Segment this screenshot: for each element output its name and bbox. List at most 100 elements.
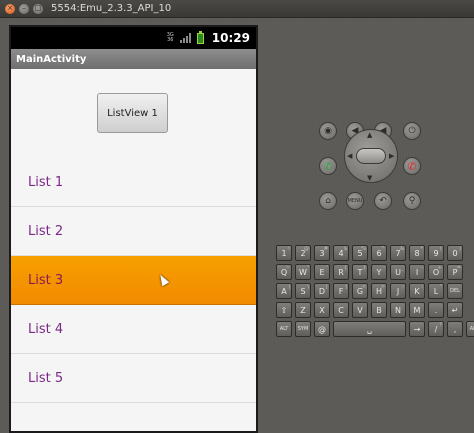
key[interactable]: X — [314, 302, 330, 318]
home-icon[interactable]: ⌂ — [319, 192, 337, 210]
key[interactable]: C — [333, 302, 349, 318]
key[interactable]: K: — [409, 283, 425, 299]
key-label: B — [376, 305, 382, 315]
key[interactable]: P = — [447, 264, 463, 280]
key[interactable]: D[ — [314, 283, 330, 299]
key[interactable]: 7 & — [390, 245, 406, 261]
key-alt-label: @ — [304, 246, 309, 252]
key[interactable]: F] — [333, 283, 349, 299]
key-alt-label: ' — [326, 265, 328, 271]
close-window-button[interactable]: × — [5, 3, 15, 14]
key-label: / — [434, 324, 438, 334]
key-label: 4 — [338, 248, 344, 258]
key[interactable]: S \ — [295, 283, 311, 299]
key[interactable]: H > — [371, 283, 387, 299]
key[interactable]: ALT — [276, 321, 292, 337]
key-label: A — [281, 286, 287, 296]
list-item-label: List 5 — [28, 370, 64, 386]
dpad-down-icon[interactable]: ▼ — [367, 174, 372, 182]
key[interactable]: Q ~ — [276, 264, 292, 280]
back-icon[interactable]: ↶ — [374, 192, 392, 210]
key[interactable]: L " — [428, 283, 444, 299]
key[interactable]: 9( — [428, 245, 444, 261]
key[interactable]: ␣ — [333, 321, 406, 337]
listview-button[interactable]: ListView 1 — [97, 93, 168, 133]
page-title: MainActivity — [16, 53, 87, 65]
list-item[interactable]: List 1 — [11, 158, 256, 207]
key[interactable]: . — [428, 302, 444, 318]
key[interactable]: 3 # — [314, 245, 330, 261]
key-label: → — [413, 324, 421, 334]
key[interactable]: Z — [295, 302, 311, 318]
key[interactable]: 5% — [352, 245, 368, 261]
key[interactable]: R{ — [333, 264, 349, 280]
key[interactable]: A | — [276, 283, 292, 299]
key[interactable]: ↵ — [447, 302, 463, 318]
key-alt-label: : — [421, 284, 423, 290]
key[interactable]: 0) — [447, 245, 463, 261]
key[interactable]: O + — [428, 264, 444, 280]
key[interactable]: Y- — [371, 264, 387, 280]
dpad-center-button[interactable] — [356, 148, 386, 164]
key[interactable]: W " — [295, 264, 311, 280]
key[interactable]: @ — [314, 321, 330, 337]
key[interactable]: DEL — [447, 283, 463, 299]
list-item[interactable]: List 2 — [11, 207, 256, 256]
battery-icon — [196, 30, 204, 44]
signal-icon — [179, 33, 191, 43]
key[interactable]: M — [409, 302, 425, 318]
key-alt-label: < — [361, 284, 366, 290]
network-type-icon: 3G 36 — [166, 32, 174, 43]
power-icon[interactable]: ⏻ — [403, 122, 421, 140]
key[interactable]: E ' — [314, 264, 330, 280]
key[interactable]: , — [447, 321, 463, 337]
key[interactable]: ⇧ — [276, 302, 292, 318]
key[interactable]: N — [390, 302, 406, 318]
key[interactable]: SYM — [295, 321, 311, 337]
key-label: N — [395, 305, 401, 315]
maximize-window-button[interactable]: □ — [33, 3, 43, 14]
key[interactable]: 8 * — [409, 245, 425, 261]
key[interactable]: /? — [428, 321, 444, 337]
key[interactable]: 4 $ — [333, 245, 349, 261]
key-label: 1 — [281, 248, 287, 258]
key-alt-label: ( — [440, 246, 442, 252]
list-item-label: List 3 — [28, 272, 64, 288]
list-item[interactable]: List 4 — [11, 305, 256, 354]
camera-icon[interactable]: ◉ — [319, 122, 337, 140]
key[interactable]: U _ — [390, 264, 406, 280]
dpad-up-icon[interactable]: ▲ — [367, 131, 372, 139]
menu-button[interactable]: MENU — [346, 192, 364, 210]
key-alt-label: - — [421, 265, 423, 271]
key-label: @ — [318, 324, 326, 334]
key-alt-label: ] — [345, 284, 347, 290]
device-screen: 3G 36 10:29 MainActivity ListView 1 List … — [9, 25, 258, 433]
key-label: ␣ — [366, 324, 373, 334]
mouse-cursor-icon — [156, 272, 170, 287]
dpad-right-icon[interactable]: ▶ — [389, 152, 394, 160]
key[interactable]: 2 @ — [295, 245, 311, 261]
key[interactable]: → — [409, 321, 425, 337]
key-alt-label: " — [306, 265, 309, 271]
key-label: K — [414, 286, 420, 296]
list-item-label: List 4 — [28, 321, 64, 337]
key[interactable]: B — [371, 302, 387, 318]
key[interactable]: I- — [409, 264, 425, 280]
window-title: 5554:Emu_2.3.3_API_10 — [51, 3, 172, 14]
key[interactable]: J; — [390, 283, 406, 299]
activity-content: ListView 1 List 1 List 2 List 3 List 4 List … — [11, 69, 256, 431]
list-item[interactable]: List 5 — [11, 354, 256, 403]
end-call-icon[interactable]: ✆ — [403, 157, 421, 175]
key[interactable]: T} — [352, 264, 368, 280]
key[interactable]: G < — [352, 283, 368, 299]
search-icon[interactable]: ⚲ — [403, 192, 421, 210]
call-icon[interactable]: ✆ — [319, 157, 337, 175]
key[interactable]: ALT — [466, 321, 474, 337]
key[interactable]: 6 ^ — [371, 245, 387, 261]
key[interactable]: 1! — [276, 245, 292, 261]
list-item[interactable]: List 3 — [11, 256, 256, 305]
minimize-window-button[interactable]: – — [19, 3, 29, 14]
dpad-left-icon[interactable]: ◀ — [347, 152, 352, 160]
key-alt-label: } — [362, 265, 366, 271]
key[interactable]: V — [352, 302, 368, 318]
